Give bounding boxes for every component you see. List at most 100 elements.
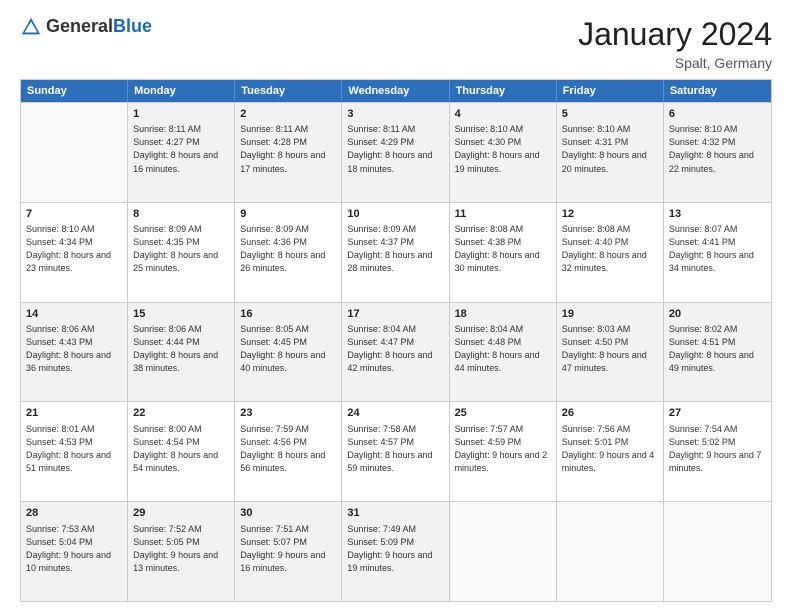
day-number: 25: [455, 406, 551, 421]
header-sunday: Sunday: [21, 80, 128, 102]
cell-details: Sunrise: 7:59 AMSunset: 4:56 PMDaylight:…: [240, 423, 336, 475]
header-saturday: Saturday: [664, 80, 771, 102]
calendar-cell: 22Sunrise: 8:00 AMSunset: 4:54 PMDayligh…: [128, 402, 235, 501]
calendar-week-4: 21 Sunrise: 8:01 AMSunset: 4:53 PMDayligh…: [21, 401, 771, 501]
calendar-cell: 26 Sunrise: 7:56 AMSunset: 5:01 PMDayligh…: [557, 402, 664, 501]
header-monday: Monday: [128, 80, 235, 102]
day-number: 24: [347, 406, 443, 421]
calendar-week-1: 1Sunrise: 8:11 AMSunset: 4:27 PMDaylight…: [21, 102, 771, 202]
cell-details: Sunrise: 7:56 AMSunset: 5:01 PMDaylight:…: [562, 423, 658, 475]
cell-details: Sunrise: 8:09 AMSunset: 4:37 PMDaylight:…: [347, 223, 443, 275]
day-number: 29: [133, 506, 229, 521]
title-section: January 2024 Spalt, Germany: [578, 16, 772, 71]
header-friday: Friday: [557, 80, 664, 102]
cell-details: Sunrise: 7:51 AMSunset: 5:07 PMDaylight:…: [240, 523, 336, 575]
page: GeneralBlue January 2024 Spalt, Germany …: [0, 0, 792, 612]
day-number: 2: [240, 107, 336, 122]
calendar-cell: 6Sunrise: 8:10 AMSunset: 4:32 PMDaylight…: [664, 103, 771, 202]
cell-details: Sunrise: 8:11 AMSunset: 4:27 PMDaylight:…: [133, 123, 229, 175]
day-number: 19: [562, 307, 658, 322]
header-wednesday: Wednesday: [342, 80, 449, 102]
calendar-cell: 12Sunrise: 8:08 AMSunset: 4:40 PMDayligh…: [557, 203, 664, 302]
day-number: 8: [133, 207, 229, 222]
day-number: 5: [562, 107, 658, 122]
cell-details: Sunrise: 8:05 AMSunset: 4:45 PMDaylight:…: [240, 323, 336, 375]
cell-details: Sunrise: 8:07 AMSunset: 4:41 PMDaylight:…: [669, 223, 766, 275]
calendar-cell: 27Sunrise: 7:54 AMSunset: 5:02 PMDayligh…: [664, 402, 771, 501]
calendar-cell: 2Sunrise: 8:11 AMSunset: 4:28 PMDaylight…: [235, 103, 342, 202]
logo-blue: Blue: [113, 16, 152, 36]
calendar-cell: 4Sunrise: 8:10 AMSunset: 4:30 PMDaylight…: [450, 103, 557, 202]
day-number: 16: [240, 307, 336, 322]
calendar-cell: [557, 502, 664, 601]
cell-details: Sunrise: 7:54 AMSunset: 5:02 PMDaylight:…: [669, 423, 766, 475]
cell-details: Sunrise: 7:57 AMSunset: 4:59 PMDaylight:…: [455, 423, 551, 475]
calendar-cell: 21 Sunrise: 8:01 AMSunset: 4:53 PMDayligh…: [21, 402, 128, 501]
cell-details: Sunrise: 7:49 AMSunset: 5:09 PMDaylight:…: [347, 523, 443, 575]
cell-details: Sunrise: 8:01 AMSunset: 4:53 PMDaylight:…: [26, 423, 122, 475]
cell-details: Sunrise: 8:02 AMSunset: 4:51 PMDaylight:…: [669, 323, 766, 375]
day-number: 23: [240, 406, 336, 421]
calendar-cell: 5Sunrise: 8:10 AMSunset: 4:31 PMDaylight…: [557, 103, 664, 202]
cell-details: Sunrise: 8:10 AMSunset: 4:32 PMDaylight:…: [669, 123, 766, 175]
calendar-cell: 1Sunrise: 8:11 AMSunset: 4:27 PMDaylight…: [128, 103, 235, 202]
day-number: 22: [133, 406, 229, 421]
calendar-cell: 29 Sunrise: 7:52 AMSunset: 5:05 PMDayligh…: [128, 502, 235, 601]
header: GeneralBlue January 2024 Spalt, Germany: [20, 16, 772, 71]
calendar-cell: 7Sunrise: 8:10 AMSunset: 4:34 PMDaylight…: [21, 203, 128, 302]
month-title: January 2024: [578, 16, 772, 53]
header-tuesday: Tuesday: [235, 80, 342, 102]
calendar-cell: [21, 103, 128, 202]
cell-details: Sunrise: 8:11 AMSunset: 4:29 PMDaylight:…: [347, 123, 443, 175]
calendar-cell: 23 Sunrise: 7:59 AMSunset: 4:56 PMDayligh…: [235, 402, 342, 501]
calendar-cell: 25 Sunrise: 7:57 AMSunset: 4:59 PMDayligh…: [450, 402, 557, 501]
calendar-week-5: 28Sunrise: 7:53 AMSunset: 5:04 PMDayligh…: [21, 501, 771, 601]
cell-details: Sunrise: 8:09 AMSunset: 4:36 PMDaylight:…: [240, 223, 336, 275]
calendar-body: 1Sunrise: 8:11 AMSunset: 4:27 PMDaylight…: [21, 102, 771, 601]
calendar-cell: 13Sunrise: 8:07 AMSunset: 4:41 PMDayligh…: [664, 203, 771, 302]
calendar-cell: 9Sunrise: 8:09 AMSunset: 4:36 PMDaylight…: [235, 203, 342, 302]
cell-details: Sunrise: 8:04 AMSunset: 4:47 PMDaylight:…: [347, 323, 443, 375]
cell-details: Sunrise: 8:06 AMSunset: 4:44 PMDaylight:…: [133, 323, 229, 375]
calendar-cell: 20Sunrise: 8:02 AMSunset: 4:51 PMDayligh…: [664, 303, 771, 402]
day-number: 6: [669, 107, 766, 122]
calendar-cell: 24Sunrise: 7:58 AMSunset: 4:57 PMDayligh…: [342, 402, 449, 501]
cell-details: Sunrise: 8:03 AMSunset: 4:50 PMDaylight:…: [562, 323, 658, 375]
calendar: Sunday Monday Tuesday Wednesday Thursday…: [20, 79, 772, 602]
day-number: 21: [26, 406, 122, 421]
calendar-week-3: 14Sunrise: 8:06 AMSunset: 4:43 PMDayligh…: [21, 302, 771, 402]
calendar-cell: 30 Sunrise: 7:51 AMSunset: 5:07 PMDayligh…: [235, 502, 342, 601]
logo: GeneralBlue: [20, 16, 152, 38]
logo-icon: [20, 16, 42, 38]
cell-details: Sunrise: 8:10 AMSunset: 4:30 PMDaylight:…: [455, 123, 551, 175]
calendar-week-2: 7Sunrise: 8:10 AMSunset: 4:34 PMDaylight…: [21, 202, 771, 302]
day-number: 26: [562, 406, 658, 421]
calendar-cell: 8Sunrise: 8:09 AMSunset: 4:35 PMDaylight…: [128, 203, 235, 302]
day-number: 13: [669, 207, 766, 222]
calendar-cell: 3Sunrise: 8:11 AMSunset: 4:29 PMDaylight…: [342, 103, 449, 202]
cell-details: Sunrise: 8:08 AMSunset: 4:38 PMDaylight:…: [455, 223, 551, 275]
day-number: 1: [133, 107, 229, 122]
day-number: 14: [26, 307, 122, 322]
calendar-cell: [664, 502, 771, 601]
cell-details: Sunrise: 8:10 AMSunset: 4:34 PMDaylight:…: [26, 223, 122, 275]
calendar-cell: 14Sunrise: 8:06 AMSunset: 4:43 PMDayligh…: [21, 303, 128, 402]
calendar-header: Sunday Monday Tuesday Wednesday Thursday…: [21, 80, 771, 102]
cell-details: Sunrise: 8:04 AMSunset: 4:48 PMDaylight:…: [455, 323, 551, 375]
calendar-cell: 10Sunrise: 8:09 AMSunset: 4:37 PMDayligh…: [342, 203, 449, 302]
day-number: 4: [455, 107, 551, 122]
calendar-cell: 19Sunrise: 8:03 AMSunset: 4:50 PMDayligh…: [557, 303, 664, 402]
calendar-cell: 28Sunrise: 7:53 AMSunset: 5:04 PMDayligh…: [21, 502, 128, 601]
cell-details: Sunrise: 7:52 AMSunset: 5:05 PMDaylight:…: [133, 523, 229, 575]
logo-text: GeneralBlue: [46, 17, 152, 37]
day-number: 12: [562, 207, 658, 222]
cell-details: Sunrise: 8:08 AMSunset: 4:40 PMDaylight:…: [562, 223, 658, 275]
cell-details: Sunrise: 8:09 AMSunset: 4:35 PMDaylight:…: [133, 223, 229, 275]
header-thursday: Thursday: [450, 80, 557, 102]
day-number: 20: [669, 307, 766, 322]
day-number: 3: [347, 107, 443, 122]
day-number: 30: [240, 506, 336, 521]
calendar-cell: 31Sunrise: 7:49 AMSunset: 5:09 PMDayligh…: [342, 502, 449, 601]
calendar-cell: 16Sunrise: 8:05 AMSunset: 4:45 PMDayligh…: [235, 303, 342, 402]
cell-details: Sunrise: 7:53 AMSunset: 5:04 PMDaylight:…: [26, 523, 122, 575]
